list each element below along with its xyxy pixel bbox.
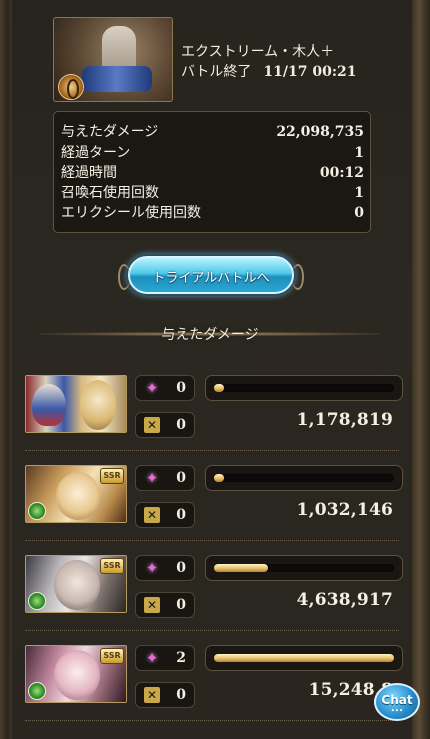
sparkle-icon: ✦ [145, 469, 159, 487]
damage-section-title: 与えたダメージ [161, 327, 259, 343]
blonde-character-art [80, 380, 116, 430]
character-portrait[interactable]: SSR [25, 465, 127, 523]
stat-label: 召喚石使用回数 [61, 185, 159, 201]
bar-track [214, 654, 394, 662]
damage-share-bar [205, 375, 403, 401]
ca-count: 0 [176, 687, 186, 703]
stat-value: 22,098,735 [276, 124, 364, 140]
character-portrait[interactable] [25, 375, 127, 433]
skill-count: 0 [176, 560, 186, 576]
ca-count-box: ✕ 0 [135, 502, 195, 528]
chat-button[interactable]: Chat ••• [374, 683, 420, 721]
stat-label: エリクシール使用回数 [61, 205, 201, 221]
ca-count: 0 [176, 597, 186, 613]
training-dummy-base [82, 66, 152, 92]
chat-label: Chat [381, 693, 413, 707]
character-portrait[interactable]: SSR [25, 645, 127, 703]
skill-count: 0 [176, 470, 186, 486]
skill-count-box: ✦ 0 [135, 465, 195, 491]
row-divider [25, 630, 399, 632]
frame-left-border [0, 0, 12, 739]
wind-element-icon [28, 592, 46, 610]
stat-value: 1 [354, 145, 364, 161]
skill-count-box: ✦ 2 [135, 645, 195, 671]
button-ornament-left [118, 264, 130, 290]
crossed-swords-icon: ✕ [144, 417, 160, 433]
ca-count-box: ✕ 0 [135, 412, 195, 438]
ca-count: 0 [176, 417, 186, 433]
ca-count: 0 [176, 507, 186, 523]
stat-value: 0 [354, 205, 364, 221]
battle-end-time: 11/17 00:21 [263, 64, 357, 80]
stat-value: 00:12 [319, 165, 364, 181]
skill-count-box: ✦ 0 [135, 555, 195, 581]
damage-share-bar [205, 465, 403, 491]
character-damage: 1,032,146 [296, 500, 393, 520]
trial-battle-label: トライアルバトルへ [152, 271, 270, 286]
stat-label: 経過ターン [61, 145, 131, 161]
ca-count-box: ✕ 0 [135, 592, 195, 618]
face-mask-art [32, 384, 66, 426]
character-row: SSR ✦ 0 ✕ 0 4,638,917 [25, 555, 405, 635]
character-face-art [56, 472, 100, 520]
character-row: SSR ✦ 2 ✕ 0 15,248,8 [25, 645, 405, 725]
character-portrait[interactable]: SSR [25, 555, 127, 613]
damage-section-header: 与えたダメージ [40, 321, 380, 347]
sparkle-icon: ✦ [145, 649, 159, 667]
battle-end-label: バトル終了 [181, 64, 252, 80]
crossed-swords-icon: ✕ [144, 687, 160, 703]
bar-track [214, 474, 394, 482]
stat-row-elixirs: エリクシール使用回数 0 [61, 204, 364, 223]
character-damage: 1,178,819 [296, 410, 393, 430]
row-divider [25, 540, 399, 542]
stat-row-time: 経過時間 00:12 [61, 164, 364, 183]
character-row: ✦ 0 ✕ 0 1,178,819 [25, 375, 405, 455]
wind-element-icon [28, 502, 46, 520]
damage-share-bar [205, 555, 403, 581]
trial-battle-button[interactable]: トライアルバトルへ [118, 256, 304, 294]
stat-value: 1 [354, 185, 364, 201]
skill-count: 2 [176, 650, 186, 666]
frame-right-border [412, 0, 430, 739]
wind-element-icon [28, 682, 46, 700]
chat-dots: ••• [390, 707, 404, 715]
character-row: SSR ✦ 0 ✕ 0 1,032,146 [25, 465, 405, 545]
stat-label: 与えたダメージ [61, 124, 159, 140]
ssr-badge: SSR [100, 468, 124, 484]
quest-result: バトル終了 11/17 00:21 [181, 62, 357, 82]
ssr-badge: SSR [100, 648, 124, 664]
ssr-badge: SSR [100, 558, 124, 574]
bar-fill [214, 564, 268, 572]
stat-row-summons: 召喚石使用回数 1 [61, 184, 364, 203]
damage-share-bar [205, 645, 403, 671]
stat-label: 経過時間 [61, 165, 117, 181]
quest-thumbnail [53, 17, 173, 102]
bar-fill [214, 474, 224, 482]
character-damage: 4,638,917 [296, 590, 393, 610]
skill-count-box: ✦ 0 [135, 375, 195, 401]
character-face-art [54, 560, 100, 610]
crossed-swords-icon: ✕ [144, 597, 160, 613]
element-icon [58, 74, 84, 100]
row-divider [25, 720, 399, 722]
bar-fill [214, 654, 394, 662]
skill-count: 0 [176, 380, 186, 396]
row-divider [25, 450, 399, 452]
bar-track [214, 564, 394, 572]
sparkle-icon: ✦ [145, 559, 159, 577]
battle-stats-box: 与えたダメージ 22,098,735 経過ターン 1 経過時間 00:12 召喚… [53, 111, 371, 233]
button-ornament-right [292, 264, 304, 290]
character-face-art [54, 650, 100, 700]
bar-track [214, 384, 394, 392]
stat-row-turns: 経過ターン 1 [61, 144, 364, 163]
crossed-swords-icon: ✕ [144, 507, 160, 523]
bar-fill [214, 384, 224, 392]
quest-name: エクストリーム・木人＋ [181, 44, 335, 60]
stat-row-damage: 与えたダメージ 22,098,735 [61, 123, 364, 142]
ca-count-box: ✕ 0 [135, 682, 195, 708]
sparkle-icon: ✦ [145, 379, 159, 397]
